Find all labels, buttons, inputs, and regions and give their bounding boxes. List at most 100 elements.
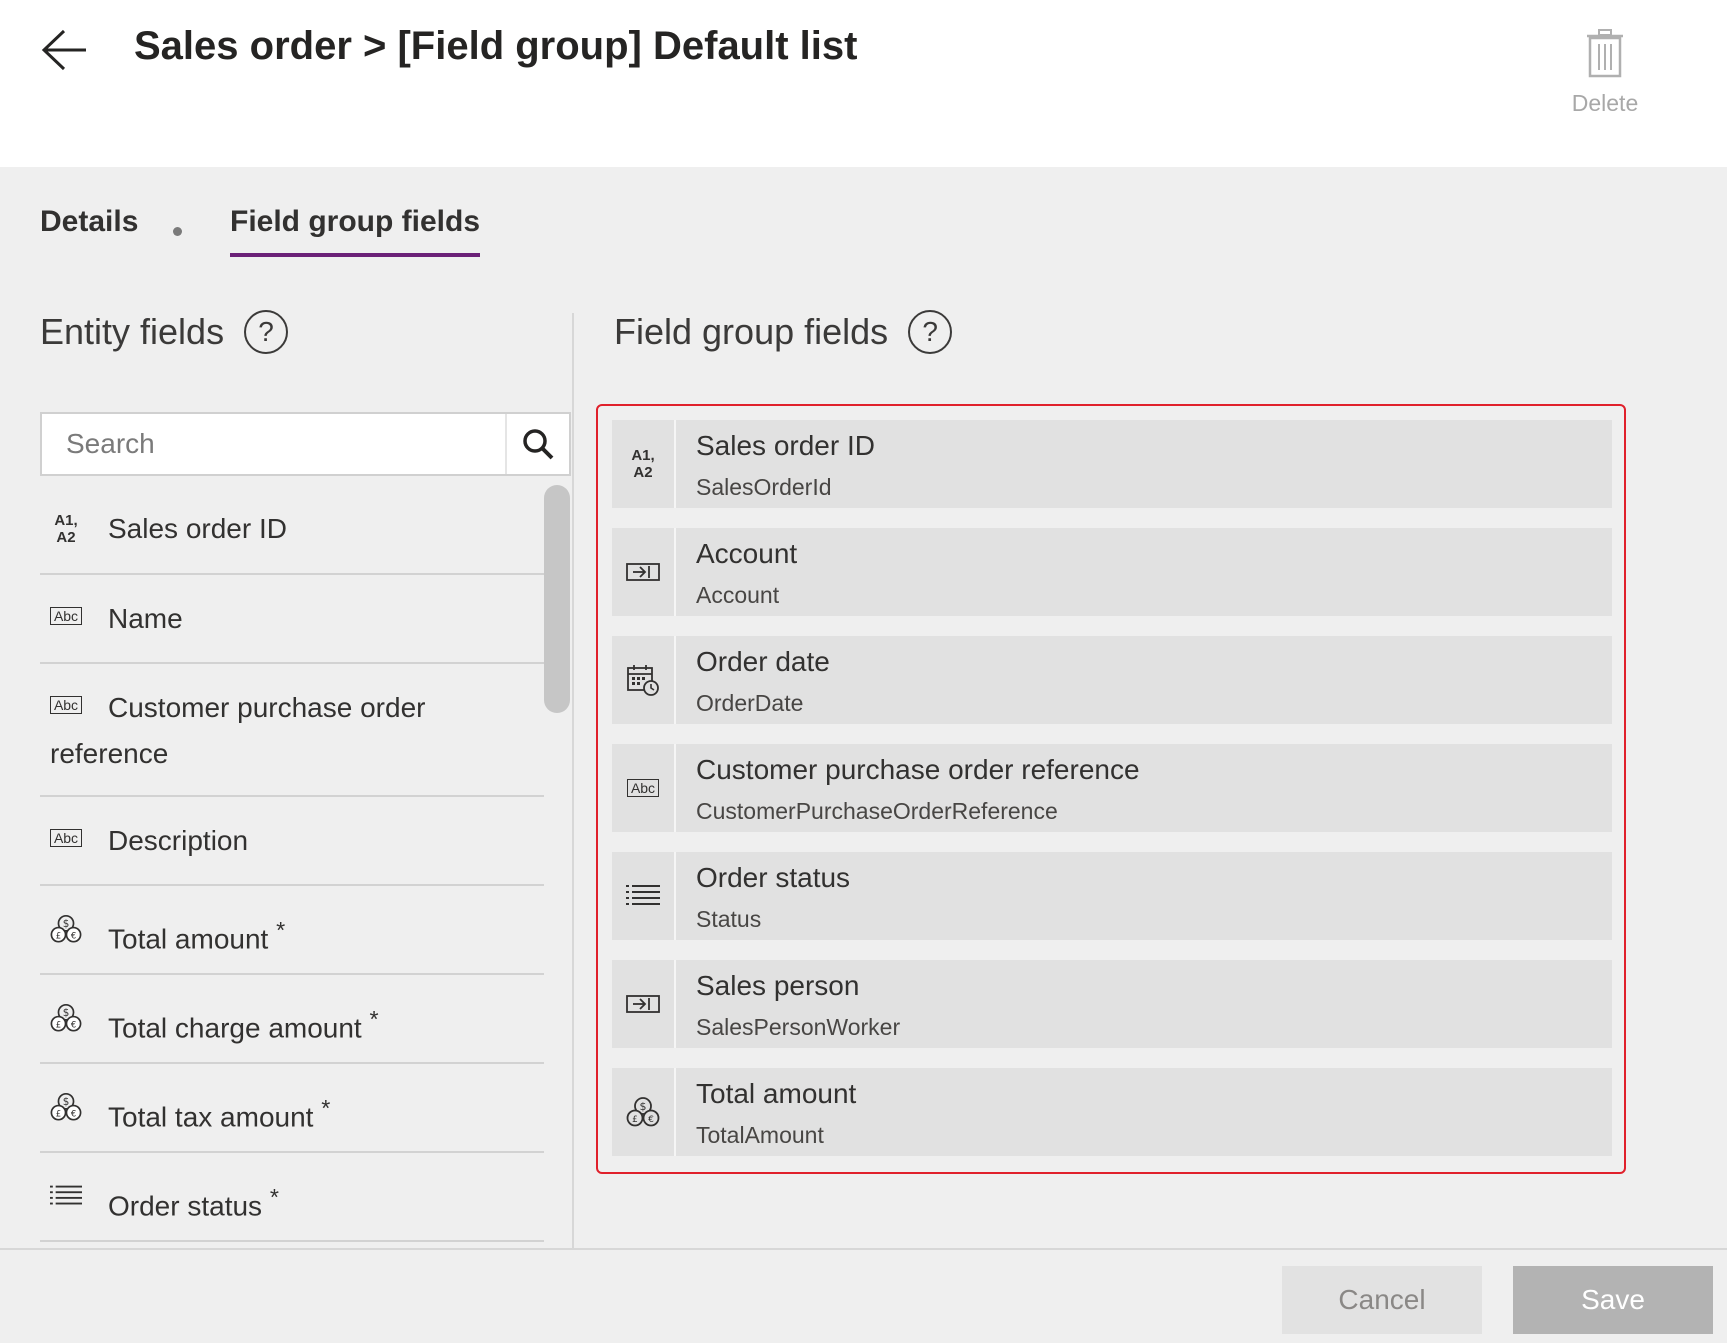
- list-item[interactable]: Abc Description: [40, 797, 544, 886]
- panel-divider: [572, 313, 574, 1249]
- calendar-clock-icon: [612, 636, 676, 724]
- search-button[interactable]: [505, 414, 569, 474]
- text-field-icon: Abc: [49, 829, 83, 847]
- list-icon: [50, 1183, 82, 1209]
- field-display-name: Total amount: [696, 1078, 857, 1109]
- field-display-name: Order date: [696, 646, 830, 677]
- field-system-name: OrderDate: [696, 690, 804, 716]
- entity-field-label: Total amount *: [40, 886, 544, 962]
- text-field-icon: Abc: [49, 696, 83, 714]
- field-system-name: SalesOrderId: [696, 474, 832, 500]
- list-item[interactable]: $ £ € Total charge amount *: [40, 975, 544, 1064]
- svg-text:$: $: [640, 1100, 647, 1113]
- entity-field-name: Total amount: [108, 923, 269, 955]
- search-icon: [523, 429, 554, 460]
- list-item[interactable]: $ £ € Total amount *: [40, 886, 544, 975]
- field-group-item[interactable]: Sales person SalesPersonWorker: [612, 960, 1612, 1048]
- svg-text:€: €: [648, 1115, 654, 1125]
- entity-field-label: Sales order ID: [108, 513, 287, 544]
- entity-field-label: Order status *: [40, 1153, 544, 1229]
- delete-button[interactable]: Delete: [1555, 28, 1655, 124]
- field-display-name: Order status: [696, 862, 851, 893]
- currency-icon: $ £ €: [50, 912, 82, 946]
- list-item[interactable]: $ £ € Total tax amount *: [40, 1064, 544, 1153]
- arrow-left-icon: [41, 29, 86, 71]
- lookup-icon: [612, 960, 676, 1048]
- field-display-name: Customer purchase order reference: [696, 754, 1140, 785]
- help-icon[interactable]: ?: [908, 310, 953, 354]
- field-display-name: Account: [696, 538, 798, 569]
- a1-a2-icon: A1, A2: [54, 512, 78, 546]
- entity-fields-title: Entity fields: [40, 311, 225, 352]
- field-group-list: A1, A2 Sales order ID SalesOrderId Accoun…: [596, 404, 1626, 1174]
- svg-text:$: $: [63, 1007, 70, 1019]
- svg-text:£: £: [56, 930, 61, 940]
- back-button[interactable]: [40, 28, 90, 72]
- svg-text:£: £: [56, 1019, 61, 1029]
- svg-text:€: €: [71, 930, 76, 940]
- page-title: Sales order > [Field group] Default list: [134, 24, 858, 68]
- field-system-name: Status: [696, 906, 762, 932]
- search-input[interactable]: [42, 414, 507, 474]
- entity-field-label: Total charge amount *: [40, 975, 544, 1051]
- lookup-icon: [612, 528, 676, 616]
- entity-field-label: Total tax amount *: [40, 1064, 544, 1140]
- a1-a2-icon: A1, A2: [612, 420, 676, 508]
- entity-field-label-line2: reference: [50, 738, 169, 769]
- svg-text:€: €: [71, 1108, 76, 1118]
- text-field-icon: Abc: [49, 607, 83, 625]
- svg-text:$: $: [63, 1096, 70, 1108]
- cancel-button[interactable]: Cancel: [1282, 1266, 1482, 1334]
- svg-text:£: £: [632, 1115, 638, 1125]
- currency-icon: $ £ €: [50, 1090, 82, 1124]
- field-group-item[interactable]: Order date OrderDate: [612, 636, 1612, 724]
- entity-field-list: A1, A2 Sales order ID Abc Name Abc Custom…: [40, 486, 544, 1248]
- tab-separator-dot: [173, 227, 182, 236]
- required-marker: *: [321, 1095, 331, 1121]
- entity-field-label-line1: Customer purchase order: [108, 692, 426, 723]
- required-marker: *: [269, 1184, 279, 1210]
- required-marker: *: [276, 917, 286, 943]
- list-item[interactable]: Abc Name: [40, 575, 544, 664]
- header: Sales order > [Field group] Default list…: [0, 0, 1727, 167]
- trash-icon: [1587, 29, 1623, 78]
- footer: Cancel Save: [0, 1248, 1727, 1343]
- field-system-name: CustomerPurchaseOrderReference: [696, 798, 1058, 824]
- tab-details[interactable]: Details: [40, 205, 138, 239]
- entity-field-label: Name: [108, 603, 183, 634]
- currency-icon: $ £ €: [50, 1001, 82, 1035]
- svg-text:£: £: [56, 1108, 61, 1118]
- field-group-item[interactable]: Order status Status: [612, 852, 1612, 940]
- field-display-name: Sales person: [696, 970, 860, 1001]
- entity-field-name: Total charge amount: [108, 1012, 362, 1044]
- entity-fields-panel: Entity fields ? A1,A2 Sales order ID Abc…: [40, 310, 572, 1248]
- field-group-item[interactable]: A1, A2 Sales order ID SalesOrderId: [612, 420, 1612, 508]
- field-system-name: Account: [696, 582, 780, 608]
- entity-list-scrollbar[interactable]: [544, 485, 570, 713]
- field-group-item[interactable]: $ £ € Total amount TotalAmount: [612, 1068, 1612, 1156]
- list-item[interactable]: A1, A2 Sales order ID: [40, 486, 544, 575]
- currency-icon: $ £ €: [612, 1068, 676, 1156]
- entity-fields-heading: Entity fields ?: [40, 310, 572, 354]
- entity-field-label: Description: [108, 825, 249, 856]
- delete-label: Delete: [1571, 90, 1639, 116]
- field-group-title: Field group fields: [614, 311, 889, 352]
- field-group-heading: Field group fields ?: [614, 310, 1614, 354]
- text-field-icon: Abc: [612, 744, 676, 832]
- list-item[interactable]: Abc Customer purchase order reference: [40, 664, 544, 797]
- field-system-name: TotalAmount: [696, 1122, 824, 1148]
- field-group-item[interactable]: Abc Customer purchase order reference Cu…: [612, 744, 1612, 832]
- list-icon: [612, 852, 676, 940]
- entity-field-name: Order status: [108, 1190, 263, 1222]
- field-group-item[interactable]: Account Account: [612, 528, 1612, 616]
- svg-text:$: $: [63, 918, 70, 930]
- field-group-panel: Field group fields ?: [614, 310, 1614, 354]
- tab-field-group-fields[interactable]: Field group fields: [230, 205, 481, 257]
- field-display-name: Sales order ID: [696, 430, 875, 461]
- help-icon[interactable]: ?: [244, 310, 289, 354]
- field-system-name: SalesPersonWorker: [696, 1014, 901, 1040]
- list-item[interactable]: Order status *: [40, 1153, 544, 1242]
- svg-text:€: €: [71, 1019, 76, 1029]
- save-button[interactable]: Save: [1513, 1266, 1713, 1334]
- required-marker: *: [369, 1006, 379, 1032]
